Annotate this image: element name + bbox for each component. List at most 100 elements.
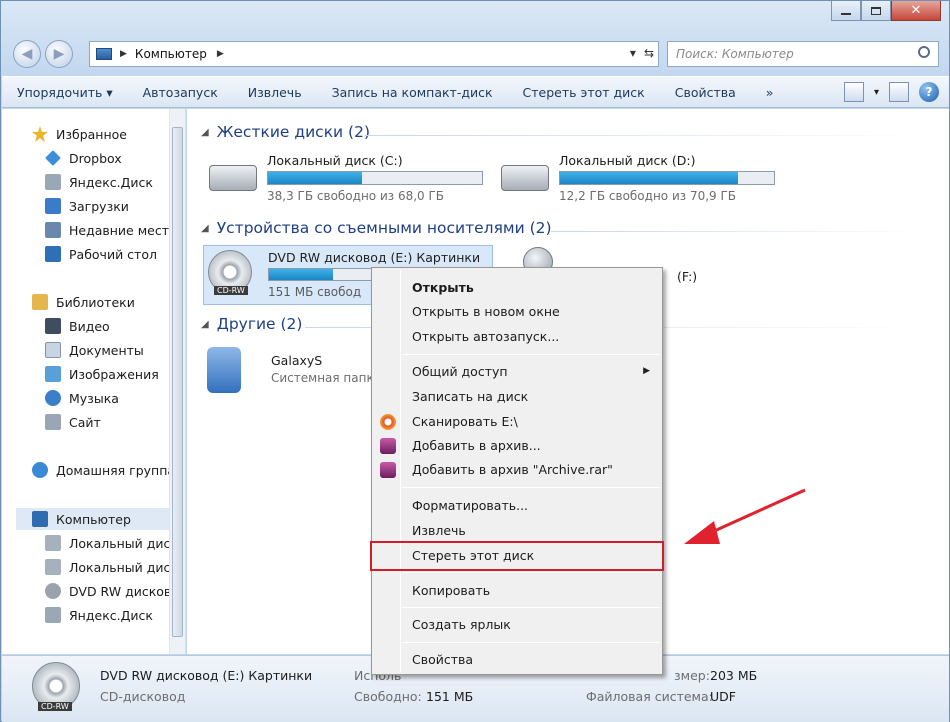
address-bar[interactable]: ▶ Компьютер ▶ ▾ ⇆ [89, 41, 659, 67]
back-button[interactable]: ◀ [13, 40, 41, 68]
details-free-value: 151 МБ [426, 689, 474, 704]
menu-item-add-to-archive[interactable]: Добавить в архив... [412, 438, 541, 453]
navigation-scrollbar[interactable] [169, 109, 185, 654]
breadcrumb-arrow-icon[interactable]: ▶ [120, 49, 127, 59]
scrollbar-thumb[interactable] [172, 127, 183, 637]
sidebar-item-computer[interactable]: Компьютер [16, 508, 170, 530]
group-header-removable[interactable]: ◢ Устройства со съемными носителями (2) [201, 219, 552, 237]
music-icon [45, 390, 61, 406]
sidebar-item-local-disk-d[interactable]: Локальный диск [45, 556, 169, 578]
sidebar-item-label: Локальный диск [69, 559, 169, 575]
caption-buttons: ✕ [831, 1, 941, 21]
sidebar-item-label: Документы [69, 342, 144, 358]
collapse-icon: ◢ [201, 318, 209, 330]
group-title: Жесткие диски (2) [216, 123, 371, 141]
computer-icon [32, 511, 48, 527]
sidebar-item-homegroup[interactable]: Домашняя группа [32, 459, 170, 481]
menu-item-burn-to-disc[interactable]: Записать на диск [412, 389, 528, 404]
group-title: Устройства со съемными носителями (2) [216, 219, 552, 237]
capacity-bar [267, 171, 483, 185]
group-header-other[interactable]: ◢ Другие (2) [201, 315, 302, 333]
sidebar-item-local-disk-c[interactable]: Локальный диск [45, 532, 169, 554]
details-drive-name: DVD RW дисковод (E:) Картинки [100, 668, 313, 683]
menu-item-open-autoplay[interactable]: Открыть автозапуск... [412, 329, 559, 344]
capacity-fill [268, 172, 363, 184]
more-commands-button[interactable]: » [751, 85, 789, 100]
drive-c[interactable]: Локальный диск (C:) 38,3 ГБ свободно из … [201, 153, 501, 209]
sidebar-item-label: Изображения [69, 366, 159, 382]
help-icon[interactable]: ? [919, 82, 939, 102]
close-button[interactable]: ✕ [891, 1, 941, 21]
preview-pane-icon[interactable] [889, 82, 909, 102]
chevron-down-icon: ▾ [106, 84, 113, 100]
autoplay-button[interactable]: Автозапуск [128, 85, 233, 100]
free-space-text: 151 МБ свобод [268, 285, 362, 299]
drive-name: Локальный диск (C:) [267, 153, 403, 168]
erase-disc-button[interactable]: Стереть этот диск [508, 85, 660, 100]
burn-button[interactable]: Запись на компакт-диск [317, 85, 508, 100]
menu-item-properties[interactable]: Свойства [412, 652, 473, 667]
video-icon [45, 318, 61, 334]
menu-item-copy[interactable]: Копировать [412, 583, 490, 598]
menu-item-open[interactable]: Открыть [412, 280, 474, 295]
menu-item-open-new-window[interactable]: Открыть в новом окне [412, 304, 560, 319]
breadcrumb-arrow-icon[interactable]: ▶ [217, 49, 224, 59]
sidebar-item-label: DVD RW дисковод [69, 583, 169, 599]
context-menu: Открыть Открыть в новом окне Открыть авт… [371, 267, 663, 675]
yandex-disk-icon [45, 174, 61, 190]
breadcrumb-computer[interactable]: Компьютер [135, 47, 207, 61]
star-icon [32, 126, 48, 142]
menu-item-format[interactable]: Форматировать... [412, 498, 528, 513]
homegroup-icon [32, 462, 48, 478]
desktop-icon [45, 246, 61, 262]
minimize-button[interactable] [831, 1, 861, 21]
menu-item-scan[interactable]: Сканировать E:\ [412, 414, 518, 429]
device-galaxys[interactable]: GalaxyS Системная папк [205, 343, 385, 399]
drive-d[interactable]: Локальный диск (D:) 12,2 ГБ свободно из … [493, 153, 793, 209]
forward-button[interactable]: ▶ [45, 40, 73, 68]
details-free-label: Свободно: [354, 689, 422, 704]
refresh-icon[interactable]: ⇆ [644, 46, 654, 60]
eject-button[interactable]: Извлечь [233, 85, 317, 100]
sidebar-item-label: Домашняя группа [56, 462, 170, 478]
menu-separator [402, 354, 660, 355]
menu-item-share-with[interactable]: Общий доступ [412, 364, 508, 379]
device-name: GalaxyS [271, 353, 323, 368]
capacity-fill [269, 269, 334, 280]
sidebar-item-label: Dropbox [69, 150, 122, 166]
menu-item-eject[interactable]: Извлечь [412, 523, 466, 538]
details-fs-label: Файловая система: [586, 689, 713, 704]
sidebar-item-label: Рабочий стол [69, 246, 157, 262]
details-size-value: 203 МБ [710, 668, 758, 683]
dropbox-icon [45, 150, 61, 166]
sidebar-item-recent-places[interactable]: Недавние места [45, 219, 169, 241]
sidebar-item-dvd-rw[interactable]: DVD RW дисковод [45, 580, 169, 602]
group-header-hard-disks[interactable]: ◢ Жесткие диски (2) [201, 123, 370, 141]
address-dropdown-icon[interactable]: ▾ [630, 46, 636, 60]
pictures-icon [45, 366, 61, 382]
maximize-button[interactable] [861, 1, 891, 21]
device-type: Системная папк [271, 371, 374, 385]
search-input[interactable]: Поиск: Компьютер [667, 41, 939, 67]
sidebar-item-label: Сайт [69, 414, 101, 430]
downloads-icon [45, 198, 61, 214]
details-size-label: змер: [674, 668, 710, 683]
sidebar-item-label: Видео [69, 318, 110, 334]
forward-arrow-icon: ▶ [53, 46, 65, 62]
menu-separator [402, 487, 660, 488]
properties-button[interactable]: Свойства [660, 85, 751, 100]
view-options-icon[interactable] [843, 82, 864, 102]
menu-item-add-to-archive-rar[interactable]: Добавить в архив "Archive.rar" [412, 462, 613, 477]
details-fs-value: UDF [710, 689, 736, 704]
menu-separator [402, 642, 660, 643]
sidebar-item-label: Избранное [56, 126, 127, 142]
chevron-down-icon[interactable]: ▾ [874, 87, 879, 98]
sidebar-item-label: Яндекс.Диск [69, 607, 153, 623]
folder-icon [45, 414, 61, 430]
navigation-pane: Избранное Dropbox Яндекс.Диск Загрузки Н… [2, 109, 186, 654]
local-disk-icon [45, 535, 61, 551]
organize-button[interactable]: Упорядочить ▾ [2, 85, 128, 100]
sidebar-item-label: Музыка [69, 390, 119, 406]
menu-item-create-shortcut[interactable]: Создать ярлык [412, 617, 511, 632]
back-arrow-icon: ◀ [21, 46, 33, 62]
